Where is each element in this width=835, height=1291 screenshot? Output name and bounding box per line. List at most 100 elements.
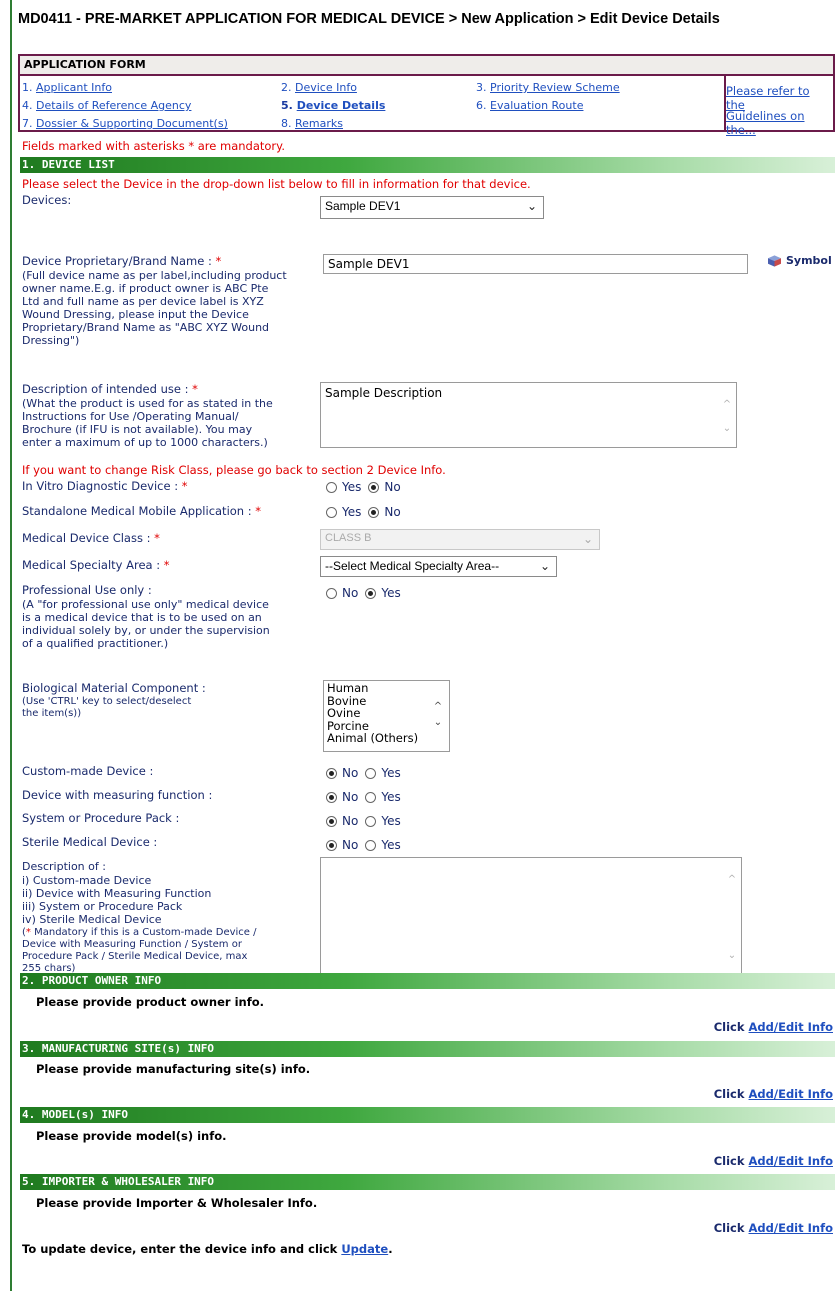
required-asterisk: *: [181, 479, 188, 493]
specialty-value: --Select Medical Specialty Area--: [325, 559, 500, 573]
update-period: .: [388, 1242, 393, 1256]
mobile-app-no-radio[interactable]: [368, 506, 380, 518]
intended-use-value: Sample Description: [325, 386, 443, 400]
brand-name-input[interactable]: Sample DEV1: [323, 254, 748, 274]
intended-use-textarea[interactable]: Sample Description ^ ⌄: [320, 382, 737, 448]
product-owner-add-edit-link[interactable]: Add/Edit Info: [749, 1020, 833, 1034]
guidelines-link-line1[interactable]: Please refer to the: [726, 84, 831, 112]
nav-label[interactable]: Evaluation Route: [490, 99, 583, 112]
scroll-down-icon[interactable]: ⌄: [720, 423, 734, 434]
description-of-note-text: Mandatory if this is a Custom-made Devic…: [34, 927, 257, 938]
scroll-down-icon[interactable]: ⌄: [431, 717, 445, 730]
manufacturing-add-edit-link[interactable]: Add/Edit Info: [749, 1087, 833, 1101]
bio-material-label: Biological Material Component :: [22, 681, 206, 695]
nav-label[interactable]: Device Info: [295, 81, 357, 94]
ivd-label: In Vitro Diagnostic Device : *: [22, 480, 187, 493]
brand-note-6: Dressing"): [22, 334, 80, 347]
measuring-no-radio[interactable]: [326, 791, 337, 803]
nav-label[interactable]: Priority Review Scheme: [490, 81, 620, 94]
nav-label[interactable]: Dossier & Supporting Document(s): [36, 117, 228, 130]
nav-device-details[interactable]: 5. Device Details: [281, 99, 385, 112]
nav-label[interactable]: Applicant Info: [36, 81, 112, 94]
product-owner-click: Click Add/Edit Info: [714, 1020, 833, 1034]
sterile-no-radio[interactable]: [326, 839, 337, 851]
measuring-yes-radio[interactable]: [365, 791, 377, 803]
no-label: No: [342, 766, 359, 780]
professional-note-4: of a qualified practitioner.): [22, 637, 169, 650]
measuring-label: Device with measuring function :: [22, 788, 213, 802]
devices-select-value: Sample DEV1: [325, 199, 401, 213]
click-word: Click: [713, 1020, 745, 1034]
sterile-label: Sterile Medical Device :: [22, 835, 158, 849]
update-instruction-text: To update device, enter the device info …: [22, 1242, 338, 1256]
intended-use-note-1: (What the product is used for as stated …: [22, 397, 273, 410]
bio-option[interactable]: Human: [327, 682, 446, 695]
nav-num: 6.: [476, 99, 487, 112]
nav-remarks[interactable]: 8. Remarks: [281, 117, 343, 130]
sterile-yes-radio[interactable]: [365, 839, 377, 851]
nav-label[interactable]: Details of Reference Agency: [36, 99, 191, 112]
models-add-edit-link[interactable]: Add/Edit Info: [749, 1154, 833, 1168]
chevron-down-icon: ⌄: [539, 559, 550, 573]
procedure-pack-label: System or Procedure Pack :: [22, 811, 180, 825]
scroll-up-icon[interactable]: ^: [431, 701, 445, 714]
custom-made-radio-group: No Yes: [326, 766, 401, 780]
required-asterisk: *: [25, 927, 31, 938]
custom-made-label: Custom-made Device :: [22, 764, 154, 778]
chevron-down-icon: ⌄: [526, 199, 537, 213]
description-of-line-2: ii) Device with Measuring Function: [22, 887, 212, 900]
no-label: No: [384, 505, 401, 519]
mobile-app-yes-radio[interactable]: [326, 506, 337, 518]
devices-select[interactable]: Sample DEV1 ⌄: [320, 196, 544, 219]
update-link[interactable]: Update: [341, 1242, 388, 1256]
procedure-pack-no-radio[interactable]: [326, 815, 337, 827]
application-form-header: APPLICATION FORM: [20, 56, 833, 76]
professional-note-3: individual solely by, or under the super…: [22, 624, 270, 637]
yes-label: Yes: [381, 790, 401, 804]
importer-add-edit-link[interactable]: Add/Edit Info: [749, 1221, 833, 1235]
nav-evaluation-route[interactable]: 6. Evaluation Route: [476, 99, 583, 112]
professional-note-1: (A "for professional use only" medical d…: [22, 598, 269, 611]
professional-no-radio[interactable]: [326, 587, 337, 599]
nav-reference-agency[interactable]: 4. Details of Reference Agency: [22, 99, 191, 112]
nav-priority-review[interactable]: 3. Priority Review Scheme: [476, 81, 620, 94]
manufacturing-prompt: Please provide manufacturing site(s) inf…: [36, 1062, 311, 1076]
professional-yes-radio[interactable]: [365, 587, 377, 599]
symbol-button[interactable]: Symbol: [768, 254, 832, 267]
nav-num: 7.: [22, 117, 33, 130]
nav-label[interactable]: Remarks: [295, 117, 343, 130]
mandatory-note: Fields marked with asterisks * are manda…: [22, 139, 285, 153]
device-select-instruction: Please select the Device in the drop-dow…: [22, 177, 531, 191]
device-class-value: CLASS B: [325, 532, 372, 544]
guidelines-box: Please refer to the Guidelines on the...: [724, 74, 833, 137]
ivd-radio-group: Yes No: [326, 480, 401, 494]
specialty-select[interactable]: --Select Medical Specialty Area-- ⌄: [320, 556, 557, 577]
nav-applicant-info[interactable]: 1. Applicant Info: [22, 81, 112, 94]
ivd-label-text: In Vitro Diagnostic Device :: [22, 479, 179, 493]
custom-made-no-radio[interactable]: [326, 767, 337, 779]
bio-material-listbox[interactable]: Human Bovine Ovine Porcine Animal (Other…: [323, 680, 450, 752]
custom-made-yes-radio[interactable]: [365, 767, 377, 779]
nav-num: 8.: [281, 117, 292, 130]
description-of-textarea[interactable]: ^ ⌄: [320, 857, 742, 975]
bio-option[interactable]: Animal (Others): [327, 732, 446, 745]
nav-dossier[interactable]: 7. Dossier & Supporting Document(s): [22, 117, 228, 130]
ivd-yes-radio[interactable]: [326, 481, 337, 493]
bio-note-2: the item(s)): [22, 708, 82, 719]
procedure-pack-yes-radio[interactable]: [365, 815, 377, 827]
yes-label: Yes: [381, 766, 401, 780]
mobile-app-label: Standalone Medical Mobile Application : …: [22, 505, 261, 518]
bio-option[interactable]: Ovine: [327, 707, 446, 720]
scroll-up-icon[interactable]: ^: [725, 874, 739, 885]
guidelines-link-line2[interactable]: Guidelines on the...: [726, 109, 831, 137]
nav-label[interactable]: Device Details: [297, 99, 386, 112]
brand-note-2: owner name.E.g. if product owner is ABC …: [22, 282, 269, 295]
description-of-label: Description of :: [22, 860, 106, 873]
yes-label: Yes: [381, 586, 401, 600]
scroll-down-icon[interactable]: ⌄: [725, 950, 739, 961]
scroll-up-icon[interactable]: ^: [720, 399, 734, 410]
ivd-no-radio[interactable]: [368, 481, 380, 493]
device-class-label-text: Medical Device Class :: [22, 531, 151, 545]
device-class-select: CLASS B ⌄: [320, 529, 600, 550]
nav-device-info[interactable]: 2. Device Info: [281, 81, 357, 94]
